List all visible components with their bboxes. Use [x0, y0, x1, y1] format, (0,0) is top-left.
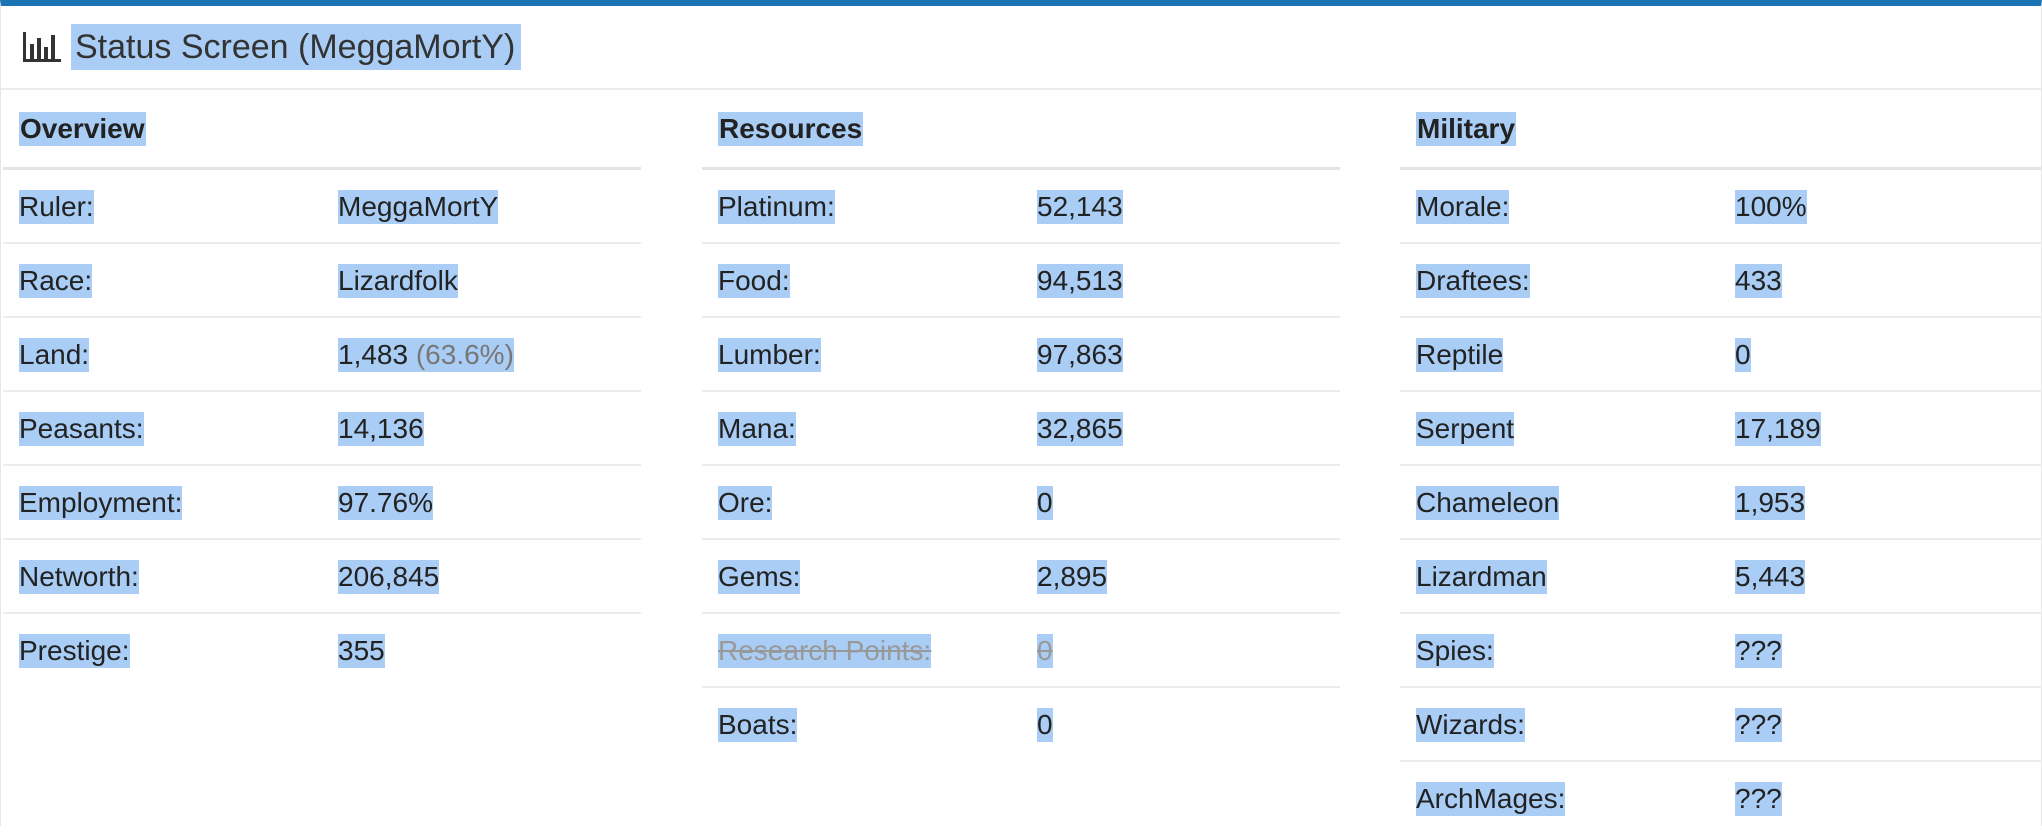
row-label: Race:: [19, 264, 93, 298]
row-value: 355: [338, 634, 385, 668]
row-value: ???: [1735, 708, 1782, 742]
status-panel: Status Screen (MeggaMortY) Overview Rule…: [0, 0, 2042, 826]
row-label: Platinum:: [718, 190, 835, 224]
row-value: 100%: [1735, 190, 1807, 224]
row-value: 0: [1037, 708, 1053, 742]
table-row: Reptile 0: [1400, 318, 2042, 392]
row-value: 52,143: [1037, 190, 1123, 224]
row-label: Gems:: [718, 560, 801, 594]
table-row: Race: Lizardfolk: [3, 244, 641, 318]
row-label: Reptile: [1416, 338, 1504, 372]
row-value: Lizardfolk: [338, 264, 458, 298]
row-label-disabled: Research Points:: [718, 634, 932, 668]
row-value: 433: [1735, 264, 1782, 298]
row-value: 94,513: [1037, 264, 1123, 298]
row-value: 206,845: [338, 560, 440, 594]
row-value: 17,189: [1735, 412, 1821, 446]
row-value: 14,136: [338, 412, 424, 446]
table-row: Land: 1,483 (63.6%): [3, 318, 641, 392]
row-label: Lumber:: [718, 338, 821, 372]
table-row: Networth: 206,845: [3, 540, 641, 614]
bar-chart-icon: [21, 30, 63, 64]
row-label: Wizards:: [1416, 708, 1525, 742]
table-row: Ruler: MeggaMortY: [3, 170, 641, 244]
land-value: 1,483: [338, 339, 409, 370]
table-row: Lumber: 97,863: [702, 318, 1340, 392]
table-row: Serpent 17,189: [1400, 392, 2042, 466]
land-percentage: (63.6%): [415, 339, 514, 370]
row-label: Spies:: [1416, 634, 1494, 668]
row-label: Morale:: [1416, 190, 1510, 224]
row-label: Ore:: [718, 486, 773, 520]
row-label: Lizardman: [1416, 560, 1547, 594]
row-value: 1,953: [1735, 486, 1806, 520]
row-label: ArchMages:: [1416, 782, 1566, 816]
row-value-disabled: 0: [1037, 634, 1053, 668]
table-row: Mana: 32,865: [702, 392, 1340, 466]
row-value: 5,443: [1735, 560, 1806, 594]
table-row: Morale: 100%: [1400, 170, 2042, 244]
row-value: 0: [1037, 486, 1053, 520]
row-value: 97.76%: [338, 486, 433, 520]
resources-section: Resources Platinum: 52,143 Food: 94,513 Lu…: [702, 90, 1340, 762]
table-row: Prestige: 355: [3, 614, 641, 688]
table-row: Draftees: 433: [1400, 244, 2042, 318]
row-label: Prestige:: [19, 634, 130, 668]
row-value: 0: [1735, 338, 1751, 372]
page-title: Status Screen (MeggaMortY): [71, 24, 522, 70]
row-value: 32,865: [1037, 412, 1123, 446]
table-row: ArchMages:???: [1400, 762, 2042, 836]
military-heading: Military: [1400, 90, 2042, 170]
row-label: Chameleon: [1416, 486, 1560, 520]
table-row: Spies:???: [1400, 614, 2042, 688]
row-label: Serpent: [1416, 412, 1515, 446]
row-value: MeggaMortY: [338, 190, 499, 224]
military-section: Military Morale: 100% Draftees: 433 Reptil…: [1400, 90, 2042, 836]
overview-heading: Overview: [3, 90, 641, 170]
row-label: Peasants:: [19, 412, 144, 446]
table-row: Boats: 0: [702, 688, 1340, 762]
row-value-land: 1,483 (63.6%): [338, 338, 514, 372]
table-row: Platinum: 52,143: [702, 170, 1340, 244]
table-row: Peasants: 14,136: [3, 392, 641, 466]
table-row: Chameleon 1,953: [1400, 466, 2042, 540]
row-label: Land:: [19, 338, 90, 372]
table-row: Wizards:???: [1400, 688, 2042, 762]
row-label: Mana:: [718, 412, 796, 446]
row-value: 97,863: [1037, 338, 1123, 372]
row-label: Networth:: [19, 560, 139, 594]
table-row: Lizardman 5,443: [1400, 540, 2042, 614]
row-label: Employment:: [19, 486, 183, 520]
row-label: Food:: [718, 264, 790, 298]
table-row: Food: 94,513: [702, 244, 1340, 318]
table-row: Research Points: 0: [702, 614, 1340, 688]
panel-header: Status Screen (MeggaMortY): [1, 6, 2041, 90]
overview-section: Overview Ruler: MeggaMortY Race: Lizardfol…: [3, 90, 641, 688]
resources-heading: Resources: [702, 90, 1340, 170]
row-value: ???: [1735, 782, 1782, 816]
row-label: Ruler:: [19, 190, 94, 224]
row-label: Draftees:: [1416, 264, 1530, 298]
table-row: Employment: 97.76%: [3, 466, 641, 540]
row-value: 2,895: [1037, 560, 1108, 594]
row-value: ???: [1735, 634, 1782, 668]
table-row: Gems: 2,895: [702, 540, 1340, 614]
row-label: Boats:: [718, 708, 798, 742]
table-row: Ore: 0: [702, 466, 1340, 540]
